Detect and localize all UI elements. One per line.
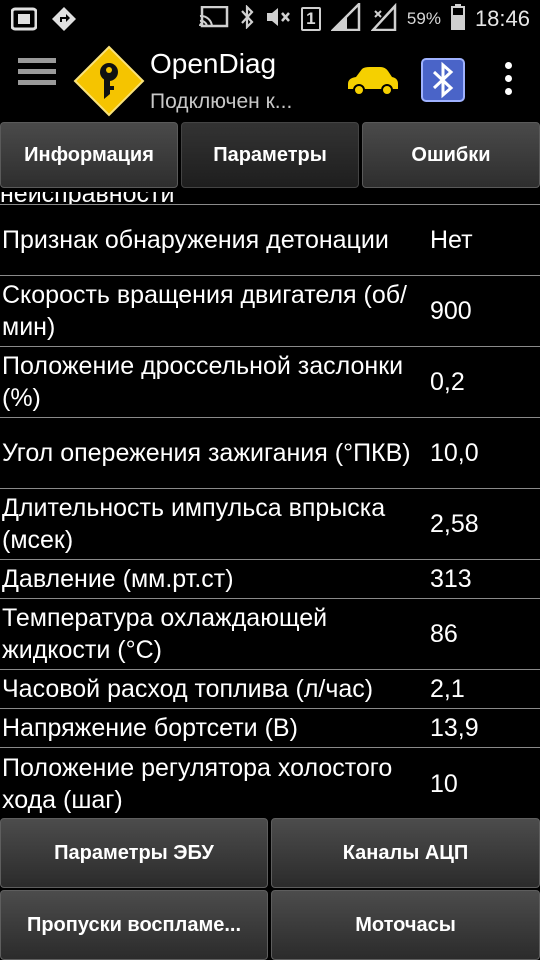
param-value: 2,1 [430, 675, 465, 703]
screenshot-icon [10, 6, 38, 32]
battery-percent: 59% [406, 9, 441, 28]
param-name: Признак обнаружения детонации [2, 226, 389, 254]
list-item[interactable]: Положение дроссельной заслонки (%) 0,2 [0, 347, 540, 418]
tab-errors[interactable]: Ошибки [362, 122, 540, 188]
app-logo-icon[interactable] [72, 44, 146, 118]
list-item[interactable]: Скорость вращения двигателя (об/мин) 900 [0, 276, 540, 347]
param-value: 313 [430, 565, 472, 593]
misfires-button[interactable]: Пропуски воспламе... [0, 890, 268, 960]
param-name: Положение регулятора холостого хода (шаг… [2, 753, 393, 814]
param-name: Часовой расход топлива (л/час) [2, 675, 374, 703]
param-value: 10 [430, 769, 458, 798]
list-item[interactable]: Напряжение бортсети (В) 13,9 [0, 709, 540, 748]
status-bar: 1 59% 18:46 [0, 0, 540, 38]
param-value: Нет [430, 226, 473, 254]
signal-2-icon [370, 2, 397, 36]
engine-hours-button[interactable]: Моточасы [271, 890, 540, 960]
bluetooth-connect-icon[interactable] [421, 58, 465, 102]
menu-drawer-icon[interactable] [18, 58, 56, 98]
bottom-button-grid: Параметры ЭБУ Каналы АЦП Пропуски воспла… [0, 816, 540, 960]
list-item[interactable]: Длительность импульса впрыска (мсек) 2,5… [0, 489, 540, 560]
app-title: OpenDiag [150, 48, 277, 79]
cast-icon [198, 5, 229, 33]
list-item[interactable]: Часовой расход топлива (л/час) 2,1 [0, 670, 540, 709]
sim-slot-icon: 1 [300, 7, 321, 31]
list-item[interactable]: Давление (мм.рт.ст) 313 [0, 560, 540, 599]
param-name: Скорость вращения двигателя (об/мин) [2, 281, 408, 341]
signal-icon [329, 0, 361, 36]
param-value: 13,9 [430, 714, 479, 742]
param-name: Температура охлаждающей жидкости (°С) [2, 604, 328, 664]
list-item[interactable]: Признак обнаружения детонации Нет [0, 205, 540, 276]
list-item[interactable]: Угол опережения зажигания (°ПКВ) 10,0 [0, 418, 540, 489]
param-value: 900 [430, 297, 472, 325]
param-value: 86 [430, 620, 458, 648]
adc-channels-button[interactable]: Каналы АЦП [271, 818, 540, 888]
overflow-menu-icon[interactable] [498, 62, 518, 98]
param-value: 2,58 [430, 510, 479, 538]
ecu-params-button[interactable]: Параметры ЭБУ [0, 818, 268, 888]
param-value: 0,2 [430, 368, 465, 396]
tab-bar: Информация Параметры Ошибки [0, 120, 540, 192]
param-name: Давление (мм.рт.ст) [2, 565, 234, 593]
tab-parameters[interactable]: Параметры [181, 122, 359, 188]
mute-icon [265, 5, 291, 34]
list-item[interactable]: Положение регулятора холостого хода (шаг… [0, 748, 540, 816]
param-value: 10,0 [430, 439, 479, 467]
bluetooth-icon [239, 3, 255, 34]
parameter-list[interactable]: неисправности Признак обнаружения детона… [0, 192, 540, 816]
status-left-icons [10, 6, 78, 32]
tab-information[interactable]: Информация [0, 122, 178, 188]
clock: 18:46 [474, 6, 530, 31]
param-name: Угол опережения зажигания (°ПКВ) [2, 439, 411, 467]
location-warning-icon [50, 6, 78, 32]
status-right-icons: 1 59% 18:46 [198, 0, 530, 38]
list-item-partial: неисправности [0, 192, 540, 205]
list-item[interactable]: Температура охлаждающей жидкости (°С) 86 [0, 599, 540, 670]
car-icon[interactable] [344, 62, 400, 98]
connection-status: Подключен к... [150, 90, 293, 113]
param-name: Напряжение бортсети (В) [2, 714, 298, 742]
app-bar: OpenDiag Подключен к... [0, 38, 540, 120]
param-name: Длительность импульса впрыска (мсек) [2, 494, 386, 554]
param-name: Положение дроссельной заслонки (%) [2, 352, 404, 412]
battery-icon [450, 3, 465, 35]
